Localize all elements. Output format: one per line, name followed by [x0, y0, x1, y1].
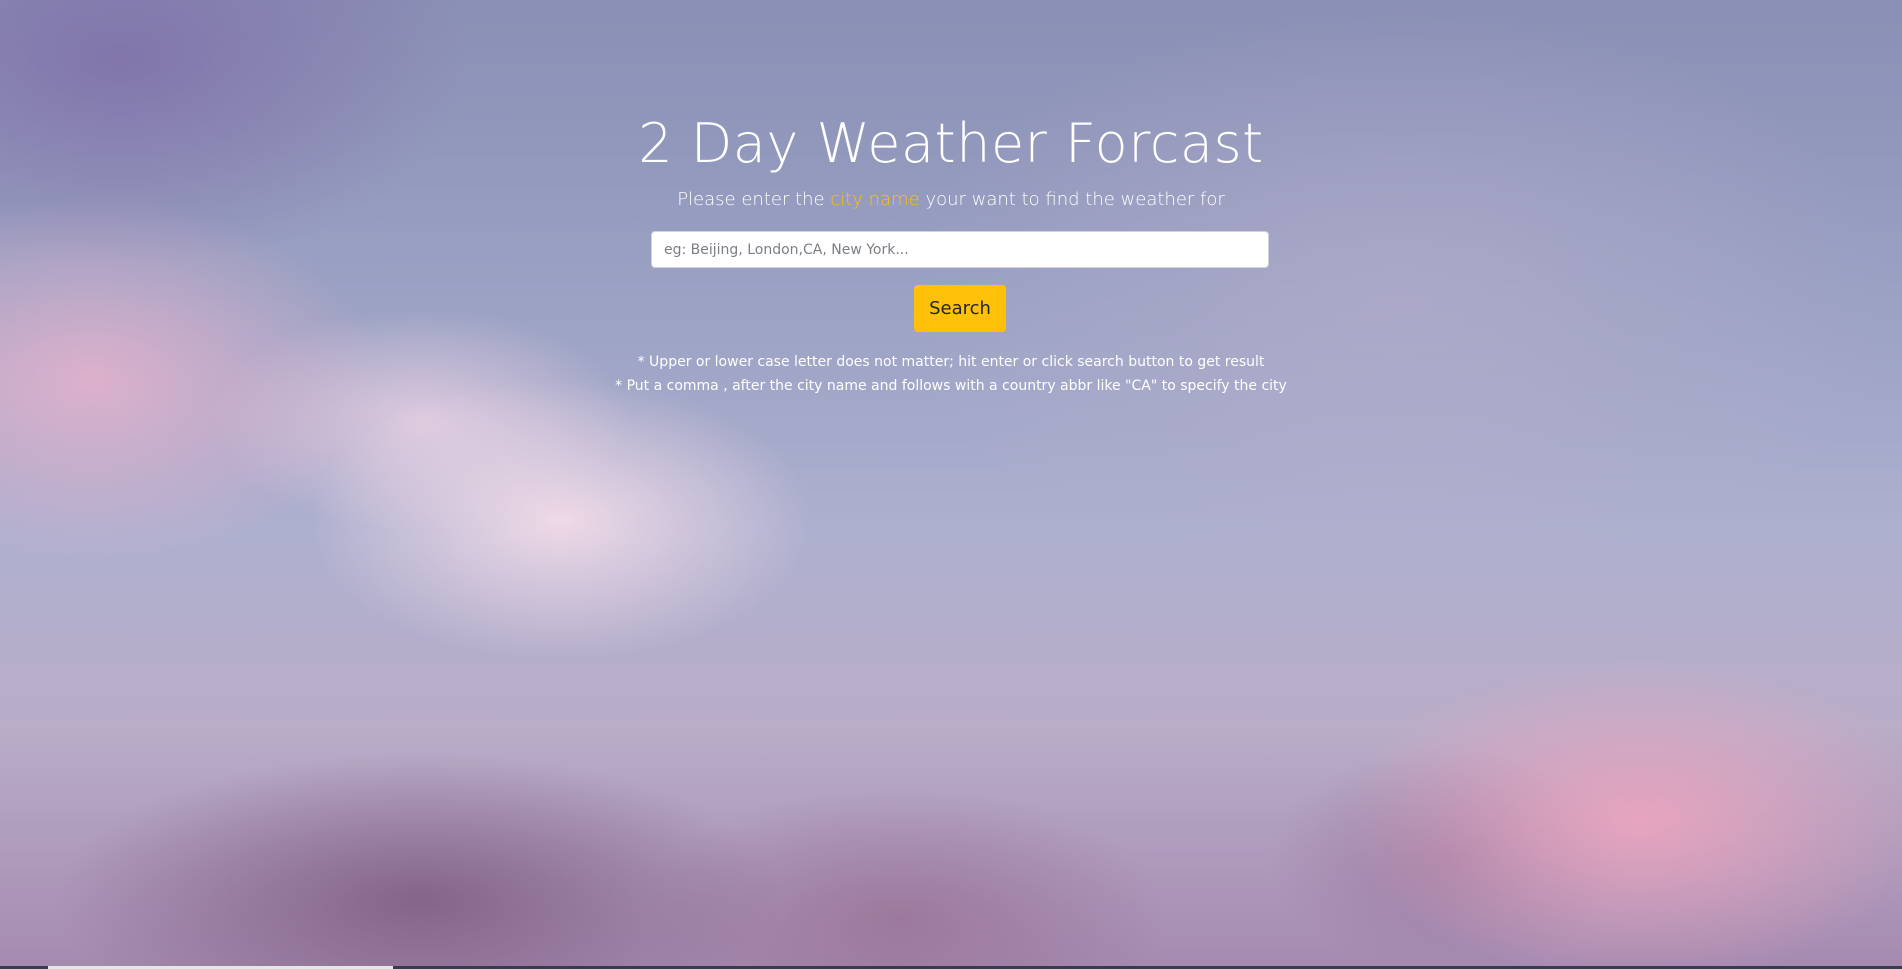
- subtitle-prefix: Please enter the: [677, 189, 831, 210]
- subtitle-highlight: city name: [830, 189, 920, 210]
- hints: * Upper or lower case letter does not ma…: [0, 350, 1902, 398]
- page-background: 2 Day Weather Forcast Please enter the c…: [0, 0, 1902, 969]
- hint-line: * Put a comma , after the city name and …: [615, 378, 1287, 394]
- search-button[interactable]: Search: [914, 285, 1006, 332]
- page-subtitle: Please enter the city name your want to …: [0, 189, 1902, 210]
- subtitle-suffix: your want to find the weather for: [919, 189, 1225, 210]
- hint-line: * Upper or lower case letter does not ma…: [637, 354, 1265, 370]
- city-search-input[interactable]: [651, 231, 1269, 268]
- page-title: 2 Day Weather Forcast: [638, 112, 1264, 175]
